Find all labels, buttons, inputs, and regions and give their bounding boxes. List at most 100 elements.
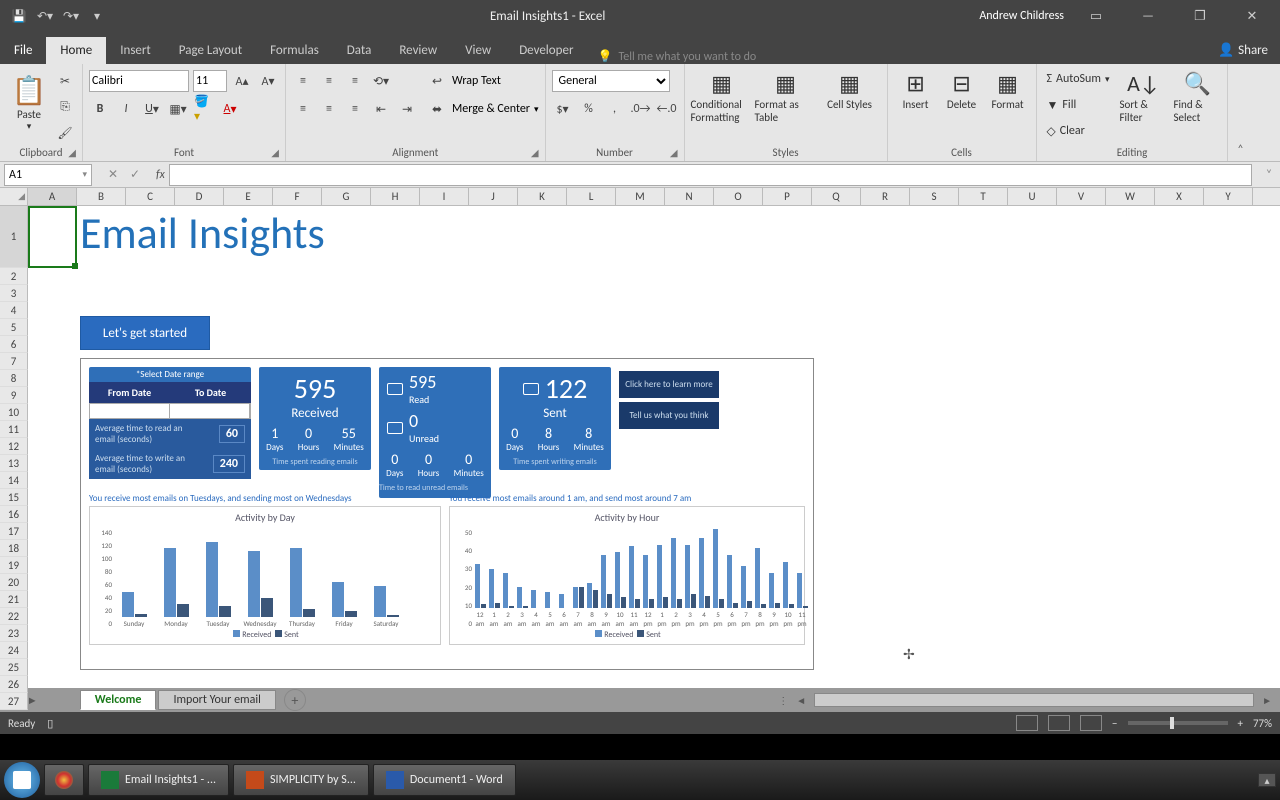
currency-icon[interactable]: $▾ [552,98,574,120]
col-header-I[interactable]: I [420,188,469,205]
chart-activity-by-hour[interactable]: Activity by Hour 5040302010012 am1 am2 a… [449,506,805,645]
taskbar-chrome[interactable] [44,764,84,796]
row-header-27[interactable]: 27 [0,693,28,710]
shrink-font-icon[interactable]: A▾ [257,70,279,92]
tab-split-icon[interactable]: ⋮ [778,694,788,707]
row-header-6[interactable]: 6 [0,336,28,353]
col-header-L[interactable]: L [567,188,616,205]
increase-decimal-icon[interactable]: .0→ [630,98,652,120]
enter-formula-icon[interactable]: ✓ [124,164,146,186]
dashboard-image[interactable]: *Select Date range From DateTo Date Aver… [80,358,814,670]
sheet-tab-import[interactable]: Import Your email [158,690,275,710]
col-header-Y[interactable]: Y [1204,188,1253,205]
autosum-button[interactable]: ΣAutoSum▾ [1043,68,1114,90]
align-right-icon[interactable]: ≡ [344,98,366,120]
new-sheet-button[interactable]: + [284,689,306,711]
row-header-26[interactable]: 26 [0,676,28,693]
start-button[interactable] [4,762,40,798]
col-header-P[interactable]: P [763,188,812,205]
decrease-indent-icon[interactable]: ⇤ [370,98,392,120]
delete-cells-button[interactable]: ⊟Delete [940,66,984,111]
row-header-11[interactable]: 11 [0,421,28,438]
page-break-view-icon[interactable] [1080,715,1102,731]
find-select-button[interactable]: 🔍Find & Select [1173,66,1221,124]
format-cells-button[interactable]: ▦Format [986,66,1030,111]
undo-icon[interactable]: ↶▾ [34,5,56,27]
italic-icon[interactable]: I [115,98,137,120]
taskbar-word[interactable]: Document1 - Word [373,764,516,796]
borders-icon[interactable]: ▦▾ [167,98,189,120]
show-hidden-icons[interactable]: ▴ [1258,773,1276,787]
redo-icon[interactable]: ↷▾ [60,5,82,27]
conditional-formatting-button[interactable]: ▦Conditional Formatting [691,66,753,124]
comma-icon[interactable]: , [604,98,626,120]
normal-view-icon[interactable] [1016,715,1038,731]
row-header-19[interactable]: 19 [0,557,28,574]
number-launcher-icon[interactable]: ◢ [670,146,678,159]
paste-button[interactable]: 📋 Paste ▾ [6,66,52,138]
zoom-out-icon[interactable]: − [1112,717,1117,730]
macro-record-icon[interactable]: ▯ [47,717,53,730]
get-started-button[interactable]: Let's get started [80,316,210,350]
zoom-slider[interactable] [1128,721,1228,725]
bold-icon[interactable]: B [89,98,111,120]
align-center-icon[interactable]: ≡ [318,98,340,120]
col-header-T[interactable]: T [959,188,1008,205]
underline-icon[interactable]: U▾ [141,98,163,120]
col-header-D[interactable]: D [175,188,224,205]
ribbon-options-icon[interactable]: ▭ [1076,2,1116,30]
align-top-icon[interactable]: ≡ [292,70,314,92]
minimize-icon[interactable]: — [1128,2,1168,30]
cell-styles-button[interactable]: ▦Cell Styles [819,66,881,111]
zoom-in-icon[interactable]: + [1238,717,1243,730]
col-header-R[interactable]: R [861,188,910,205]
row-header-14[interactable]: 14 [0,472,28,489]
close-icon[interactable]: ✕ [1232,2,1272,30]
row-header-17[interactable]: 17 [0,523,28,540]
row-header-23[interactable]: 23 [0,625,28,642]
copy-icon[interactable]: ⎘ [54,96,76,118]
col-header-K[interactable]: K [518,188,567,205]
select-all-corner[interactable]: ◢ [0,188,28,205]
row-header-10[interactable]: 10 [0,404,28,421]
col-header-H[interactable]: H [371,188,420,205]
page-layout-view-icon[interactable] [1048,715,1070,731]
learn-more-link[interactable]: Click here to learn more [619,371,719,398]
col-header-V[interactable]: V [1057,188,1106,205]
col-header-Q[interactable]: Q [812,188,861,205]
format-painter-icon[interactable]: 🖌 [54,122,76,144]
zoom-level[interactable]: 77% [1253,717,1272,730]
cut-icon[interactable]: ✂ [54,70,76,92]
col-header-S[interactable]: S [910,188,959,205]
row-header-21[interactable]: 21 [0,591,28,608]
font-name-select[interactable] [89,70,189,92]
row-header-9[interactable]: 9 [0,387,28,404]
col-header-W[interactable]: W [1106,188,1155,205]
user-name[interactable]: Andrew Childress [979,9,1064,23]
col-header-G[interactable]: G [322,188,371,205]
tell-me-search[interactable]: 💡 Tell me what you want to do [587,49,1280,64]
row-header-25[interactable]: 25 [0,659,28,676]
col-header-J[interactable]: J [469,188,518,205]
col-header-F[interactable]: F [273,188,322,205]
tab-view[interactable]: View [451,37,505,64]
font-size-select[interactable] [193,70,227,92]
wrap-text-button[interactable]: ↩ Wrap Text [426,70,539,92]
col-header-O[interactable]: O [714,188,763,205]
expand-formula-bar-icon[interactable]: ˅ [1258,164,1280,186]
from-date-input[interactable] [90,404,170,418]
row-header-7[interactable]: 7 [0,353,28,370]
increase-indent-icon[interactable]: ⇥ [396,98,418,120]
row-header-8[interactable]: 8 [0,370,28,387]
taskbar-excel[interactable]: Email Insights1 - ... [88,764,229,796]
row-header-12[interactable]: 12 [0,438,28,455]
format-as-table-button[interactable]: ▦Format as Table [755,66,817,124]
hscroll-right-icon[interactable]: ► [1262,694,1272,707]
row-header-1[interactable]: 1 [0,206,28,268]
row-header-22[interactable]: 22 [0,608,28,625]
hscroll-track[interactable] [814,693,1254,707]
row-header-13[interactable]: 13 [0,455,28,472]
taskbar-powerpoint[interactable]: SIMPLICITY by S... [233,764,369,796]
hscroll-left-icon[interactable]: ◄ [796,694,806,707]
fill-button[interactable]: ▼Fill [1043,94,1114,116]
